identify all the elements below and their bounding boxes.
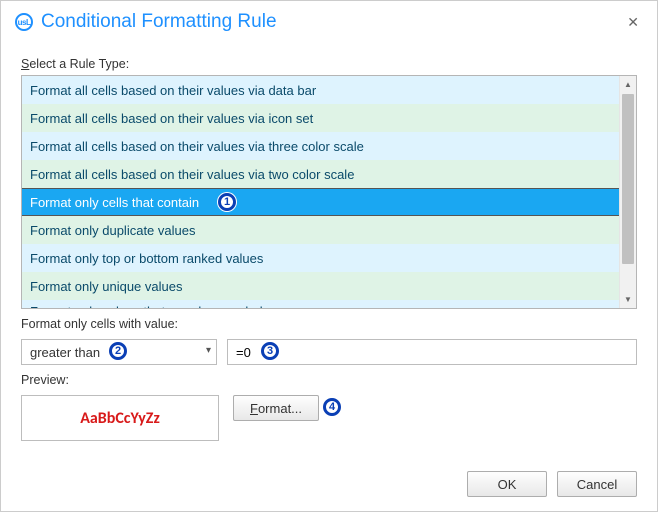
preview-row: AaBbCcYyZz Format... 4 xyxy=(21,395,637,441)
preview-text: AaBbCcYyZz xyxy=(80,409,160,428)
titlebar: usL Conditional Formatting Rule ✕ xyxy=(1,1,657,39)
preview-label: Preview: xyxy=(21,373,637,387)
callout-1: 1 xyxy=(218,193,236,211)
dialog-footer: OK Cancel xyxy=(21,457,637,497)
condition-row: ▾ 2 3 xyxy=(21,339,637,365)
callout-4: 4 xyxy=(323,398,341,416)
scroll-down-icon[interactable]: ▼ xyxy=(620,291,636,308)
rule-type-label: Select a Rule Type: xyxy=(21,57,637,71)
scrollbar[interactable]: ▲ ▼ xyxy=(619,76,636,308)
app-icon: usL xyxy=(15,13,33,31)
rule-type-listbox[interactable]: Format all cells based on their values v… xyxy=(21,75,637,309)
cancel-button[interactable]: Cancel xyxy=(557,471,637,497)
scroll-up-icon[interactable]: ▲ xyxy=(620,76,636,93)
dialog-window: usL Conditional Formatting Rule ✕ Select… xyxy=(0,0,658,512)
scroll-thumb[interactable] xyxy=(622,94,634,264)
comparison-input[interactable] xyxy=(21,339,217,365)
list-item[interactable]: Format only unique values xyxy=(22,272,619,300)
dialog-title: Conditional Formatting Rule xyxy=(41,11,621,33)
list-item[interactable]: Format all cells based on their values v… xyxy=(22,76,619,104)
ok-button[interactable]: OK xyxy=(467,471,547,497)
list-item-selected[interactable]: Format only cells that contain 1 xyxy=(22,188,619,216)
list-item[interactable]: Format all cells based on their values v… xyxy=(22,132,619,160)
list-item[interactable]: Format only top or bottom ranked values xyxy=(22,244,619,272)
format-cells-label: Format only cells with value: xyxy=(21,317,637,331)
value-input[interactable] xyxy=(227,339,637,365)
list-item[interactable]: Format only values that are above or bel… xyxy=(22,300,619,308)
format-button[interactable]: Format... xyxy=(233,395,319,421)
list-item[interactable]: Format all cells based on their values v… xyxy=(22,160,619,188)
list-item[interactable]: Format all cells based on their values v… xyxy=(22,104,619,132)
preview-box: AaBbCcYyZz xyxy=(21,395,219,441)
comparison-combo[interactable]: ▾ 2 xyxy=(21,339,217,365)
rule-type-list-inner: Format all cells based on their values v… xyxy=(22,76,619,308)
list-item[interactable]: Format only duplicate values xyxy=(22,216,619,244)
dialog-body: Select a Rule Type: Format all cells bas… xyxy=(1,39,657,511)
close-icon[interactable]: ✕ xyxy=(621,12,645,33)
